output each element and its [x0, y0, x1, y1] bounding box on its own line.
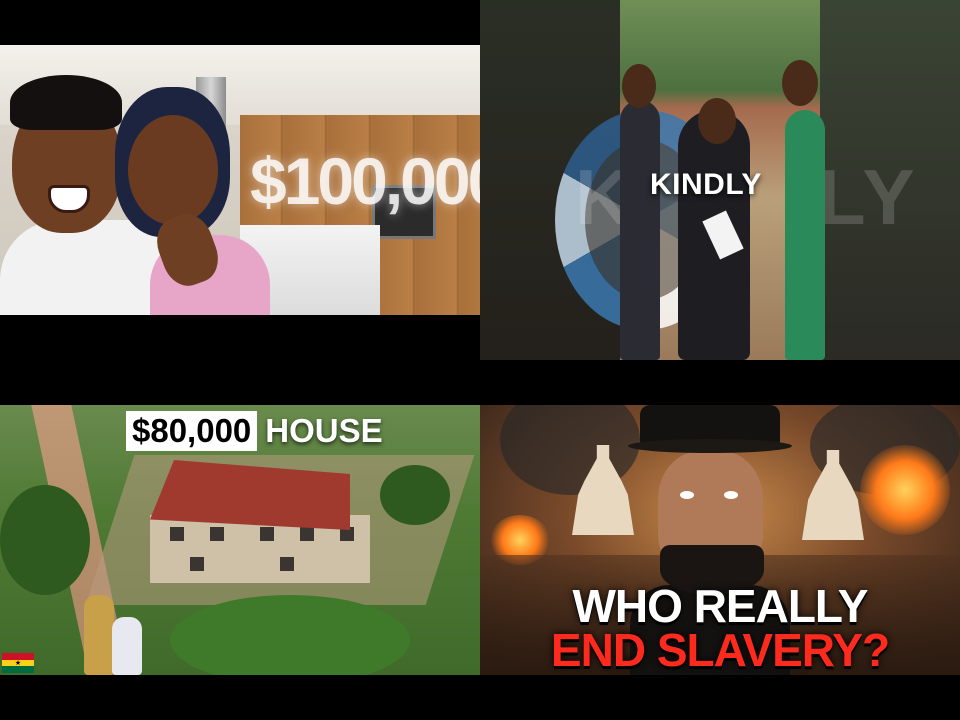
man-hair — [10, 75, 122, 130]
eye — [680, 491, 694, 499]
person-left — [620, 100, 660, 360]
thumbnail-overlay-text: KINDLY — [650, 168, 762, 201]
house-window — [280, 557, 294, 571]
headline-line-2: END SLAVERY? — [550, 624, 890, 675]
headline-line-1: WHO REALLY — [572, 580, 869, 632]
tree — [0, 485, 90, 595]
video-thumbnail-kitchen[interactable]: $100,000 — [0, 45, 480, 315]
house-label: HOUSE — [265, 412, 383, 449]
person-center-head — [698, 98, 736, 144]
person-left-head — [622, 64, 656, 108]
person-right — [785, 110, 825, 360]
video-thumbnail-house[interactable]: $80,000 HOUSE ★ — [0, 405, 480, 675]
house-window — [210, 527, 224, 541]
woman-figure — [112, 617, 142, 675]
video-thumbnail-interview[interactable]: K LY KINDLY — [480, 0, 960, 360]
fire — [860, 445, 950, 535]
tree — [380, 465, 450, 525]
house-window — [190, 557, 204, 571]
person-right-head — [782, 60, 818, 106]
woman-face — [128, 115, 218, 225]
thumbnail-title: $80,000 HOUSE — [126, 411, 383, 451]
ghost-text-right: LY — [818, 153, 919, 241]
thumbnail-price-text: $100,000 — [250, 144, 480, 218]
house-window — [260, 527, 274, 541]
hat-brim — [628, 439, 792, 453]
eye — [724, 491, 738, 499]
price-label: $80,000 — [126, 411, 258, 451]
woman-figure — [84, 595, 114, 675]
house-window — [170, 527, 184, 541]
house-window — [300, 527, 314, 541]
ghana-flag-icon: ★ — [2, 653, 34, 673]
video-thumbnail-history[interactable]: WHO REALLY END SLAVERY? — [480, 405, 960, 675]
grass-field — [170, 595, 410, 675]
